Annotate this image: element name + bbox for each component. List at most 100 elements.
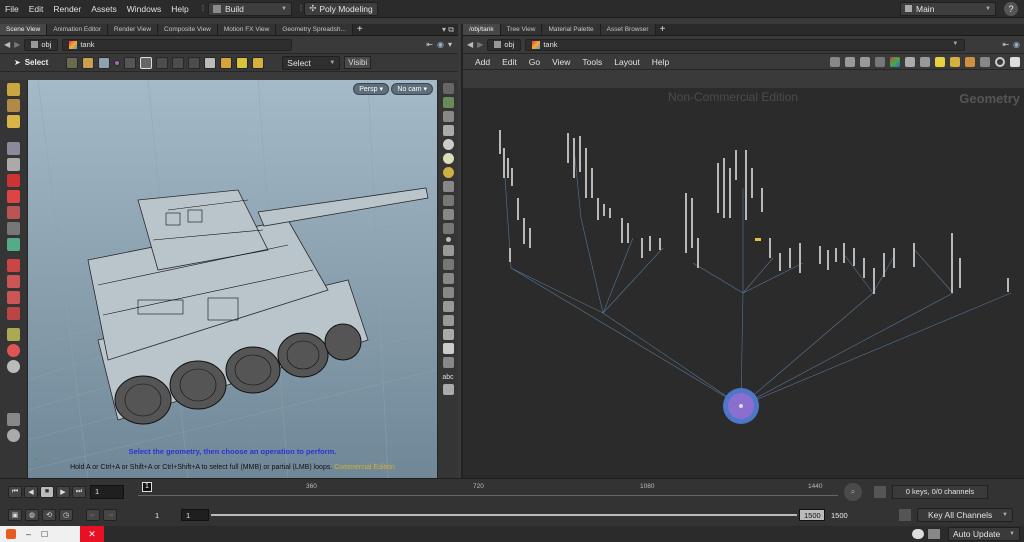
audio-icon[interactable]: ▣ [8, 509, 22, 521]
box-select-icon[interactable] [140, 56, 153, 69]
rotate-icon[interactable] [7, 190, 20, 203]
paint-select-icon[interactable] [172, 56, 185, 69]
camera-menu[interactable]: No cam ▾ [391, 83, 433, 95]
pose-icon[interactable] [7, 99, 20, 112]
keyframe-icon[interactable]: ◍ [25, 509, 39, 521]
net-menu-edit[interactable]: Edit [496, 54, 523, 70]
view-icon[interactable] [920, 56, 930, 67]
feedback-icon[interactable] [912, 529, 924, 539]
network-grid-icon[interactable] [905, 56, 915, 67]
select-groups-icon[interactable] [204, 56, 217, 69]
pin-icon[interactable]: ⇤ [426, 40, 433, 49]
bounding-box-icon[interactable] [442, 329, 454, 340]
tab-animation-editor[interactable]: Animation Editor [47, 24, 108, 35]
forward-icon[interactable]: ▶ [477, 40, 483, 49]
stereo-icon[interactable] [442, 357, 454, 368]
texture-icon[interactable] [442, 301, 454, 312]
net-menu-layout[interactable]: Layout [608, 54, 646, 70]
pane-options-icon[interactable]: ▾ [448, 40, 452, 49]
record-icon[interactable] [7, 344, 20, 357]
path-tank[interactable]: tank [62, 38, 293, 51]
menu-file[interactable]: File [0, 0, 24, 18]
object-select-icon[interactable] [82, 56, 95, 69]
normals-icon[interactable] [445, 237, 451, 242]
pin-icon[interactable]: ⇤ [1002, 40, 1009, 49]
wire-icon[interactable] [442, 97, 454, 108]
grid-icon[interactable] [875, 56, 885, 67]
play-backward-icon[interactable]: ◀ [24, 485, 38, 498]
persp-menu[interactable]: Persp ▾ [353, 83, 389, 95]
camera-icon[interactable] [442, 181, 454, 192]
menu-windows[interactable]: Windows [122, 0, 166, 18]
snapshot-icon[interactable] [442, 343, 454, 354]
end-frame-field[interactable]: 1500 [831, 511, 855, 520]
geometry-select-icon[interactable] [98, 56, 111, 69]
visibility-button[interactable]: Visibi [344, 56, 372, 69]
net-menu-tools[interactable]: Tools [576, 54, 608, 70]
prev-key-icon[interactable]: ⇤ [86, 509, 100, 521]
snap-icon[interactable] [7, 238, 20, 251]
tab-network-path[interactable]: /obj/tank [463, 24, 501, 35]
lock-camera-icon[interactable] [442, 83, 454, 94]
hand-icon[interactable] [7, 158, 20, 171]
abc-label[interactable]: abc [438, 374, 458, 381]
frame-marker[interactable]: 1 [142, 481, 152, 492]
vector-icon[interactable] [442, 245, 454, 256]
background-icon[interactable] [442, 315, 454, 326]
tab-composite-view[interactable]: Composite View [158, 24, 218, 35]
ghost-icon[interactable] [442, 111, 454, 122]
uv-icon[interactable] [442, 273, 454, 284]
timeline-options-icon[interactable] [874, 485, 886, 498]
desktop-select[interactable]: Build ▼ [207, 1, 292, 16]
list-icon[interactable] [845, 56, 855, 67]
play-forward-icon[interactable]: ▶ [56, 485, 70, 498]
snap-grid-icon[interactable] [7, 275, 20, 288]
camera-frame-icon[interactable] [442, 384, 454, 395]
sphere-icon[interactable] [7, 429, 20, 442]
loop-icon[interactable]: ⟲ [42, 509, 56, 521]
view-icon[interactable] [7, 115, 20, 128]
select-tool-icon[interactable] [7, 142, 20, 155]
shelf-set-select[interactable]: ✣ Poly Modeling [304, 1, 379, 16]
path-tank[interactable]: tank ▼ [525, 38, 966, 51]
path-obj[interactable]: obj [487, 38, 522, 51]
dots-icon[interactable] [980, 56, 990, 67]
forward-icon[interactable]: ▶ [14, 40, 20, 49]
move-tool-icon[interactable] [66, 56, 79, 69]
auto-update-select[interactable]: Auto Update ▼ [948, 527, 1020, 541]
tab-tree-view[interactable]: Tree View [500, 24, 543, 35]
scale-icon[interactable] [7, 206, 20, 219]
menu-help[interactable]: Help [166, 0, 193, 18]
tab-material-palette[interactable]: Material Palette [542, 24, 601, 35]
help-icon[interactable]: ? [1004, 1, 1018, 16]
point-count-icon[interactable] [442, 259, 454, 270]
minimize-icon[interactable]: – [26, 529, 31, 539]
realtime-icon[interactable]: ◷ [59, 509, 73, 521]
go-to-start-icon[interactable]: ⏮ [8, 485, 22, 498]
headlight-icon[interactable] [442, 153, 454, 164]
handle-icon[interactable] [7, 83, 20, 96]
light-icon[interactable] [442, 139, 454, 150]
session-select[interactable]: Main ▼ [900, 1, 996, 16]
palette-icon[interactable] [890, 56, 900, 67]
dual-icon[interactable] [7, 413, 20, 426]
point-numbers-icon[interactable] [442, 209, 454, 220]
gear-icon[interactable] [7, 360, 20, 373]
tab-render-view[interactable]: Render View [107, 24, 159, 35]
net-menu-add[interactable]: Add [469, 54, 496, 70]
link-icon[interactable]: ◉ [1013, 40, 1020, 49]
go-to-end-icon[interactable]: ⏭ [72, 485, 86, 498]
menu-edit[interactable]: Edit [24, 0, 49, 18]
link-icon[interactable]: ◉ [437, 40, 444, 49]
back-icon[interactable]: ◀ [467, 40, 473, 49]
crown-select-icon[interactable] [252, 56, 265, 69]
3d-viewport[interactable]: Persp ▾ No cam ▾ ⟀ Select the geometry, … [28, 80, 437, 478]
next-key-icon[interactable]: ⇥ [103, 509, 117, 521]
taskbar-app-button[interactable]: – ☐ [0, 526, 80, 542]
search-icon[interactable] [995, 56, 1005, 67]
select-mode-combo[interactable]: Select ▼ [282, 55, 341, 70]
wrench-icon[interactable] [830, 56, 840, 67]
current-frame-field[interactable]: 1 [90, 484, 124, 499]
pane-menu-icon[interactable]: ▾ ⧉ [438, 24, 458, 35]
grid-icon[interactable] [442, 195, 454, 206]
